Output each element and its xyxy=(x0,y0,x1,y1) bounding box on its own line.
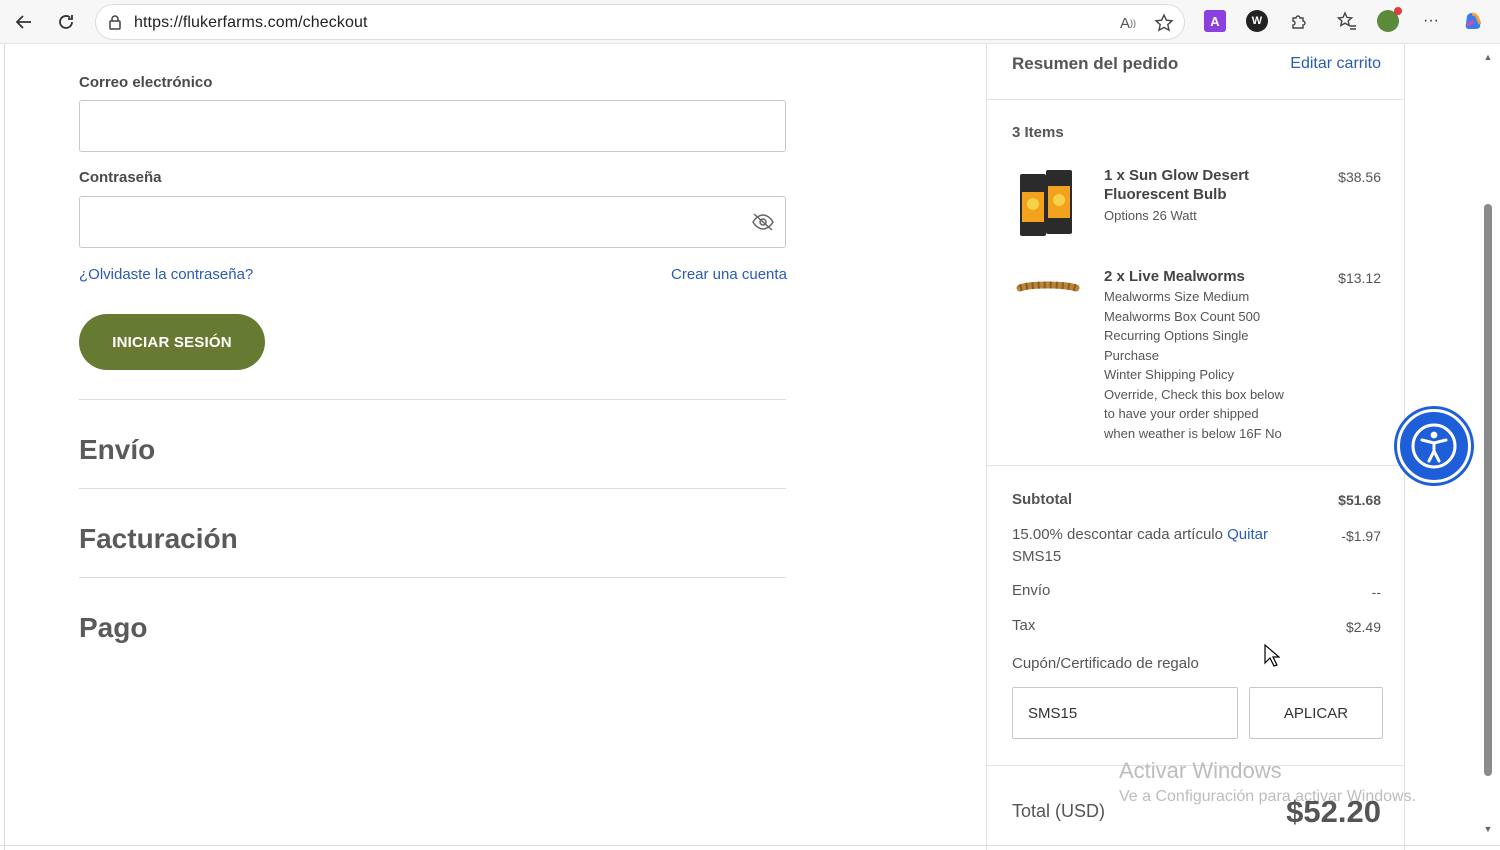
copilot-icon[interactable] xyxy=(1463,10,1485,32)
divider xyxy=(79,488,786,489)
discount-value: -$1.97 xyxy=(1341,528,1381,544)
mealworms-image xyxy=(1012,266,1082,336)
payment-section-title[interactable]: Pago xyxy=(79,612,147,644)
scroll-down-arrow-icon[interactable]: ▼ xyxy=(1483,824,1493,834)
scrollbar-thumb[interactable] xyxy=(1484,204,1492,776)
order-summary-panel: Resumen del pedido Editar carrito 3 Item… xyxy=(986,44,1405,850)
profile-avatar[interactable] xyxy=(1377,7,1402,32)
item-option-line: Recurring Options Single Purchase xyxy=(1104,328,1249,363)
shipping-section-title[interactable]: Envío xyxy=(79,434,155,466)
tax-value: $2.49 xyxy=(1345,619,1381,635)
subtotal-label: Subtotal xyxy=(1012,491,1072,508)
discount-code: SMS15 xyxy=(1012,548,1062,565)
extensions-puzzle-icon[interactable] xyxy=(1288,10,1310,32)
discount-label: 15.00% descontar cada artículo Quitar xyxy=(1012,526,1268,543)
more-menu-icon[interactable]: ··· xyxy=(1420,10,1442,32)
sun-glow-bulb-image xyxy=(1012,164,1082,236)
billing-section-title[interactable]: Facturación xyxy=(79,523,238,555)
favorites-icon[interactable] xyxy=(1336,10,1358,32)
shipping-value: -- xyxy=(1371,584,1381,600)
subtotal-value: $51.68 xyxy=(1338,492,1381,508)
remove-discount-link[interactable]: Quitar xyxy=(1227,526,1268,543)
create-account-link[interactable]: Crear una cuenta xyxy=(671,266,787,283)
divider xyxy=(987,99,1404,100)
items-count: 3 Items xyxy=(1012,124,1064,141)
item-options: Options 26 Watt xyxy=(1104,208,1197,223)
lock-icon xyxy=(108,14,122,35)
page-bottom-border xyxy=(0,845,1500,846)
back-icon[interactable] xyxy=(10,8,38,36)
read-aloud-icon[interactable]: A)) xyxy=(1118,13,1138,33)
divider xyxy=(79,577,786,578)
extension-a-icon[interactable]: A xyxy=(1204,10,1226,32)
coupon-input[interactable]: SMS15 xyxy=(1012,687,1238,739)
order-summary-title: Resumen del pedido xyxy=(1012,54,1179,73)
watermark-title: Activar Windows xyxy=(1119,758,1282,783)
shipping-label: Envío xyxy=(1012,582,1051,599)
email-field[interactable] xyxy=(79,100,786,152)
url-text[interactable]: https://flukerfarms.com/checkout xyxy=(134,14,368,32)
coupon-label: Cupón/Certificado de regalo xyxy=(1012,655,1199,672)
address-bar[interactable]: https://flukerfarms.com/checkout A)) xyxy=(95,4,1185,40)
notification-dot-icon xyxy=(1394,7,1402,15)
email-label: Correo electrónico xyxy=(79,74,213,91)
divider xyxy=(79,399,786,400)
watermark-subtitle: Ve a Configuración para activar Windows. xyxy=(1119,788,1417,805)
password-field[interactable] xyxy=(79,196,786,248)
item-name: 1 x Sun Glow Desert Fluorescent Bulb xyxy=(1104,167,1250,203)
login-button[interactable]: INICIAR SESIÓN xyxy=(79,314,265,370)
edit-cart-link[interactable]: Editar carrito xyxy=(1290,55,1381,73)
password-label: Contraseña xyxy=(79,169,162,186)
refresh-icon[interactable] xyxy=(52,8,80,36)
tax-label: Tax xyxy=(1012,617,1036,634)
discount-text: 15.00% descontar cada artículo xyxy=(1012,526,1223,543)
item-options: Mealworms Size Medium Mealworms Box Coun… xyxy=(1104,287,1289,443)
forgot-password-link[interactable]: ¿Olvidaste la contraseña? xyxy=(79,266,253,283)
accessibility-button[interactable] xyxy=(1397,409,1471,483)
extension-w-icon[interactable]: W xyxy=(1246,10,1268,32)
favorite-star-icon[interactable] xyxy=(1154,13,1174,33)
browser-toolbar: https://flukerfarms.com/checkout A)) A W… xyxy=(0,0,1500,44)
total-label: Total (USD) xyxy=(1012,801,1106,821)
checkout-page: Correo electrónico Contraseña ¿Olvidaste… xyxy=(0,44,1500,850)
page-scrollbar[interactable]: ▲ ▼ xyxy=(1480,44,1496,850)
item-name: 2 x Live Mealworms xyxy=(1104,268,1245,285)
item-price: $13.12 xyxy=(1338,270,1381,286)
scroll-up-arrow-icon[interactable]: ▲ xyxy=(1483,52,1493,62)
item-option-line: Winter Shipping Policy Override, Check t… xyxy=(1104,367,1284,441)
item-option-line: Mealworms Box Count 500 xyxy=(1104,308,1261,324)
item-price: $38.56 xyxy=(1338,169,1381,185)
mouse-cursor-icon xyxy=(1264,643,1281,673)
accessibility-icon xyxy=(1411,423,1457,469)
eye-slash-icon[interactable] xyxy=(751,212,775,237)
item-option-line: Mealworms Size Medium xyxy=(1104,289,1250,304)
divider xyxy=(987,465,1404,466)
page-border xyxy=(4,44,5,850)
apply-coupon-button[interactable]: APLICAR xyxy=(1249,687,1383,739)
